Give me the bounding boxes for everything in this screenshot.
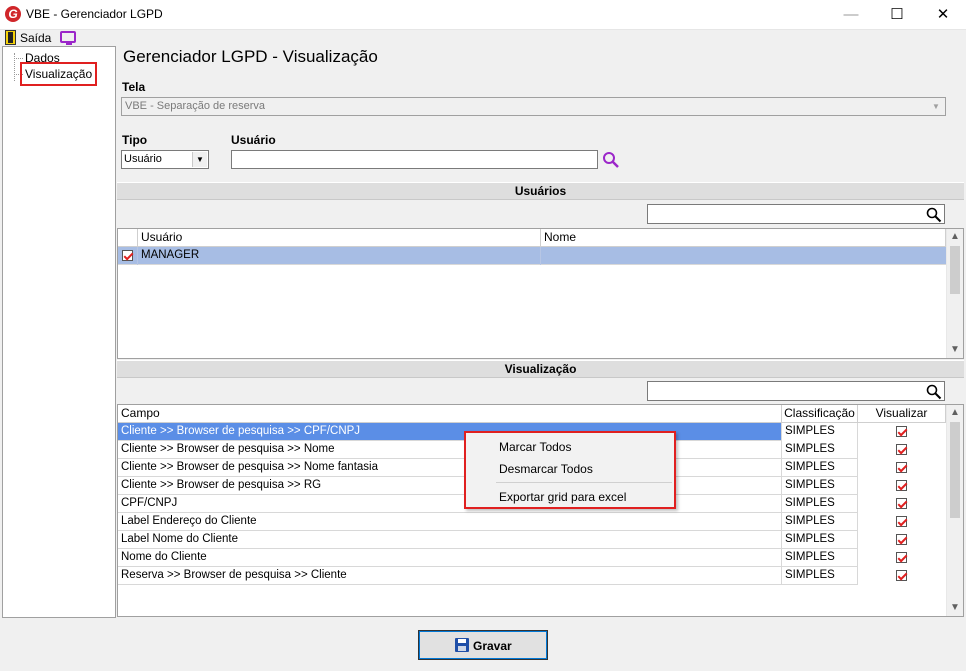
monitor-icon[interactable]	[60, 31, 76, 45]
visualizar-cell[interactable]	[858, 441, 946, 459]
visualizar-cell[interactable]	[858, 459, 946, 477]
campo-cell: Cliente >> Browser de pesquisa >> Nome f…	[118, 459, 782, 477]
column-header-classificacao[interactable]: Classificação	[782, 405, 858, 423]
column-header-usuario[interactable]: Usuário	[138, 229, 541, 247]
visualizar-checkbox[interactable]	[896, 426, 907, 437]
classificacao-cell: SIMPLES	[782, 513, 858, 531]
column-header-visualizar[interactable]: Visualizar	[858, 405, 946, 423]
menu-separator	[496, 482, 672, 483]
menu-item-desmarcar-todos[interactable]: Desmarcar Todos	[499, 462, 593, 476]
classificacao-cell: SIMPLES	[782, 459, 858, 477]
visualizacao-search-input[interactable]	[647, 381, 945, 401]
save-button-label: Gravar	[473, 639, 512, 653]
tela-select[interactable]: VBE - Separação de reserva ▼	[121, 97, 946, 116]
visualizar-cell[interactable]	[858, 477, 946, 495]
scroll-thumb[interactable]	[950, 422, 960, 518]
campo-cell: Cliente >> Browser de pesquisa >> CPF/CN…	[118, 423, 782, 441]
visualizar-checkbox[interactable]	[896, 570, 907, 581]
table-row[interactable]: Label Endereço do Cliente SIMPLES	[118, 513, 946, 531]
save-button[interactable]: Gravar	[418, 630, 548, 660]
classificacao-cell: SIMPLES	[782, 477, 858, 495]
close-button[interactable]: ✕	[920, 0, 966, 30]
exit-button[interactable]: Saída	[20, 31, 51, 45]
visualizacao-scrollbar[interactable]: ▲ ▼	[946, 405, 963, 616]
nome-cell	[541, 247, 946, 265]
table-row[interactable]: Nome do Cliente SIMPLES	[118, 549, 946, 567]
visualizar-cell[interactable]	[858, 549, 946, 567]
tree-connector	[14, 58, 23, 59]
classificacao-cell: SIMPLES	[782, 567, 858, 585]
column-header-nome[interactable]: Nome	[541, 229, 946, 247]
chevron-down-icon[interactable]: ▼	[929, 100, 943, 113]
usuarios-grid: Usuário Nome MANAGER ▲ ▼	[117, 228, 964, 359]
tree-item-visualizacao[interactable]: Visualização	[25, 67, 92, 81]
campo-cell: Nome do Cliente	[118, 549, 782, 567]
row-checkbox-cell[interactable]	[118, 247, 138, 265]
tela-select-value: VBE - Separação de reserva	[125, 100, 266, 112]
search-icon[interactable]	[602, 151, 620, 169]
table-row[interactable]: Reserva >> Browser de pesquisa >> Client…	[118, 567, 946, 585]
usuarios-search-input[interactable]	[647, 204, 945, 224]
visualizar-checkbox[interactable]	[896, 444, 907, 455]
column-header-check	[118, 229, 138, 247]
visualizar-cell[interactable]	[858, 567, 946, 585]
visualizar-checkbox[interactable]	[896, 462, 907, 473]
navigation-tree: Dados Visualização	[2, 46, 116, 618]
usuario-input[interactable]	[231, 150, 598, 169]
column-header-campo[interactable]: Campo	[118, 405, 782, 423]
tipo-label: Tipo	[122, 133, 148, 147]
classificacao-cell: SIMPLES	[782, 441, 858, 459]
visualizar-cell[interactable]	[858, 423, 946, 441]
visualizar-checkbox[interactable]	[896, 534, 907, 545]
classificacao-cell: SIMPLES	[782, 495, 858, 513]
tipo-select-value: Usuário	[124, 153, 162, 165]
table-row[interactable]: MANAGER	[118, 247, 946, 265]
usuarios-section-header: Usuários	[117, 182, 964, 200]
campo-cell: Reserva >> Browser de pesquisa >> Client…	[118, 567, 782, 585]
scroll-up-icon[interactable]: ▲	[947, 405, 963, 421]
minimize-button[interactable]: —	[828, 0, 874, 30]
scroll-up-icon[interactable]: ▲	[947, 229, 963, 245]
visualizar-cell[interactable]	[858, 513, 946, 531]
scroll-thumb[interactable]	[950, 246, 960, 294]
usuarios-scrollbar[interactable]: ▲ ▼	[946, 229, 963, 358]
campo-cell: Cliente >> Browser de pesquisa >> RG	[118, 477, 782, 495]
visualizar-checkbox[interactable]	[896, 552, 907, 563]
campo-cell: Label Endereço do Cliente	[118, 513, 782, 531]
campo-cell: Cliente >> Browser de pesquisa >> Nome	[118, 441, 782, 459]
visualizar-checkbox[interactable]	[896, 516, 907, 527]
campo-cell: Label Nome do Cliente	[118, 531, 782, 549]
floppy-disk-icon	[455, 638, 469, 652]
scroll-down-icon[interactable]: ▼	[947, 342, 963, 358]
menu-item-exportar-excel[interactable]: Exportar grid para excel	[499, 490, 626, 504]
app-logo-icon: G	[5, 6, 21, 22]
campo-cell: CPF/CNPJ	[118, 495, 782, 513]
search-icon[interactable]	[926, 384, 942, 400]
row-checkbox[interactable]	[122, 250, 133, 261]
toolbar: Saída	[0, 30, 966, 46]
page-title: Gerenciador LGPD - Visualização	[123, 47, 378, 66]
exit-door-icon[interactable]	[5, 30, 16, 45]
visualizar-cell[interactable]	[858, 495, 946, 513]
chevron-down-icon[interactable]: ▼	[192, 152, 207, 167]
visualizar-cell[interactable]	[858, 531, 946, 549]
scroll-down-icon[interactable]: ▼	[947, 600, 963, 616]
classificacao-cell: SIMPLES	[782, 531, 858, 549]
classificacao-cell: SIMPLES	[782, 423, 858, 441]
table-row[interactable]: Label Nome do Cliente SIMPLES	[118, 531, 946, 549]
maximize-button[interactable]: ☐	[874, 0, 920, 30]
tela-label: Tela	[122, 80, 146, 94]
visualizar-checkbox[interactable]	[896, 498, 907, 509]
usuario-cell: MANAGER	[138, 247, 541, 265]
context-menu: Marcar Todos Desmarcar Todos Exportar gr…	[464, 431, 676, 509]
search-icon[interactable]	[926, 207, 942, 223]
visualizacao-section-header: Visualização	[117, 360, 964, 378]
window-title: VBE - Gerenciador LGPD	[26, 7, 163, 21]
tipo-select[interactable]: Usuário ▼	[121, 150, 209, 169]
title-bar: G VBE - Gerenciador LGPD — ☐ ✕	[0, 0, 966, 30]
visualizar-checkbox[interactable]	[896, 480, 907, 491]
menu-item-marcar-todos[interactable]: Marcar Todos	[499, 440, 571, 454]
classificacao-cell: SIMPLES	[782, 549, 858, 567]
usuario-label: Usuário	[231, 133, 276, 147]
